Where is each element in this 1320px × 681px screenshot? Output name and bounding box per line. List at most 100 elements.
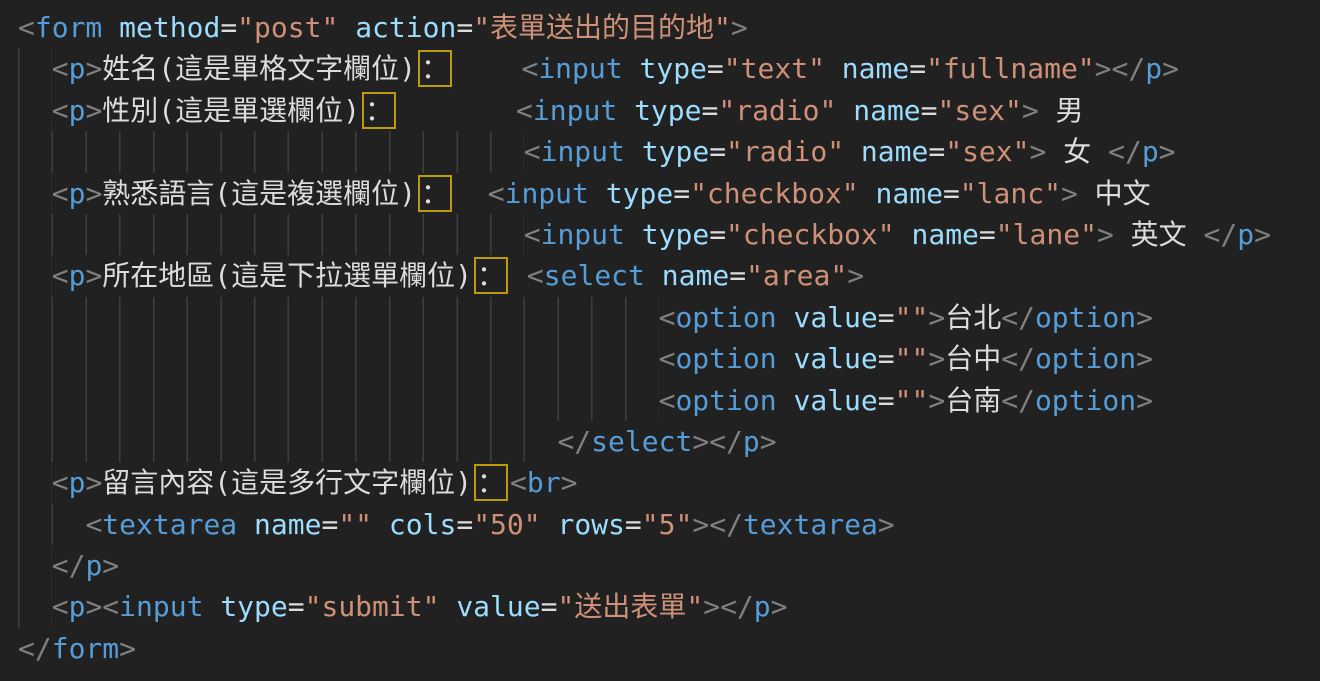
- code-token: <: [524, 218, 541, 251]
- code-line[interactable]: <option value="">台中</option>: [18, 338, 1320, 379]
- unicode-highlight-box: ：: [474, 464, 508, 501]
- code-line[interactable]: <input type="radio" name="sex"> 女 </p>: [18, 131, 1320, 172]
- code-line[interactable]: </p>: [18, 545, 1320, 586]
- code-token: =: [707, 52, 724, 85]
- code-token: =: [878, 384, 895, 417]
- indent-whitespace: [18, 384, 659, 417]
- code-token: value: [793, 384, 877, 417]
- code-token: option: [1035, 342, 1136, 375]
- code-line[interactable]: <input type="checkbox" name="lane"> 英文 <…: [18, 214, 1320, 255]
- code-token: >: [692, 425, 709, 458]
- code-line[interactable]: </form>: [18, 628, 1320, 669]
- code-token: =: [878, 301, 895, 334]
- code-token: value: [456, 590, 540, 623]
- code-token: [203, 590, 220, 623]
- code-token: select: [544, 259, 645, 292]
- code-token: [777, 342, 794, 375]
- code-token: "radio": [718, 94, 836, 127]
- code-token: option: [1035, 301, 1136, 334]
- code-token: p: [69, 94, 86, 127]
- code-token: >: [102, 549, 119, 582]
- code-token: p: [69, 52, 86, 85]
- code-token: method: [119, 11, 220, 44]
- code-token: >: [561, 466, 578, 499]
- code-token: type: [642, 218, 709, 251]
- code-line[interactable]: <option value="">台南</option>: [18, 380, 1320, 421]
- code-token: >: [85, 590, 102, 623]
- code-token: =: [979, 218, 996, 251]
- code-token: "checkbox": [726, 218, 895, 251]
- code-token: "": [895, 384, 929, 417]
- code-token: 男: [1039, 94, 1084, 127]
- code-token: <: [52, 259, 69, 292]
- code-line[interactable]: </select></p>: [18, 421, 1320, 462]
- code-token: >: [1162, 52, 1179, 85]
- code-area[interactable]: <form method="post" action="表單送出的目的地"> <…: [18, 7, 1320, 669]
- code-token: =: [541, 590, 558, 623]
- code-token: <: [516, 94, 533, 127]
- code-token: option: [1035, 384, 1136, 417]
- code-token: [617, 94, 634, 127]
- code-token: textarea: [743, 508, 878, 541]
- code-line[interactable]: <p><input type="submit" value="送出表單"></p…: [18, 586, 1320, 627]
- code-token: [398, 94, 516, 127]
- code-token: "5": [642, 508, 693, 541]
- code-token: type: [634, 94, 701, 127]
- code-token: =: [729, 259, 746, 292]
- code-token: "lane": [996, 218, 1097, 251]
- code-token: [859, 177, 876, 210]
- code-token: >: [119, 632, 136, 665]
- code-token: "表單送出的目的地": [473, 11, 731, 44]
- code-token: =: [909, 52, 926, 85]
- code-token: name: [254, 508, 321, 541]
- code-token: type: [639, 52, 706, 85]
- code-token: [102, 11, 119, 44]
- code-token: >: [878, 508, 895, 541]
- code-token: [836, 94, 853, 127]
- code-token: [589, 177, 606, 210]
- code-line[interactable]: <p>姓名(這是單格文字欄位)： <input type="text" name…: [18, 48, 1320, 89]
- code-line[interactable]: <p>性別(這是單選欄位)： <input type="radio" name=…: [18, 90, 1320, 131]
- indent-whitespace: [18, 425, 557, 458]
- code-token: >: [1254, 218, 1271, 251]
- code-token: "radio": [726, 135, 844, 168]
- code-token: input: [538, 52, 622, 85]
- code-line[interactable]: <option value="">台北</option>: [18, 297, 1320, 338]
- code-token: =: [921, 94, 938, 127]
- code-token: [338, 11, 355, 44]
- code-token: >: [85, 466, 102, 499]
- indent-whitespace: [18, 342, 659, 375]
- code-token: =: [625, 508, 642, 541]
- code-token: 中文: [1078, 177, 1151, 210]
- code-line[interactable]: <textarea name="" cols="50" rows="5"></t…: [18, 504, 1320, 545]
- code-token: p: [69, 259, 86, 292]
- code-token: =: [709, 135, 726, 168]
- code-line[interactable]: <p>熟悉語言(這是複選欄位)： <input type="checkbox" …: [18, 173, 1320, 214]
- code-token: =: [321, 508, 338, 541]
- code-token: >: [1136, 384, 1153, 417]
- code-token: =: [288, 590, 305, 623]
- code-token: >: [703, 590, 720, 623]
- code-token: >: [847, 259, 864, 292]
- code-line[interactable]: <form method="post" action="表單送出的目的地">: [18, 7, 1320, 48]
- code-token: =: [702, 94, 719, 127]
- code-token: <: [52, 94, 69, 127]
- code-token: >: [1159, 135, 1176, 168]
- code-token: "": [895, 342, 929, 375]
- code-token: "sex": [938, 94, 1022, 127]
- code-token: 台中: [945, 342, 1001, 375]
- code-token: [454, 52, 521, 85]
- code-token: input: [119, 590, 203, 623]
- code-token: </: [1112, 52, 1146, 85]
- code-token: p: [743, 425, 760, 458]
- code-line[interactable]: <p>留言內容(這是多行文字欄位)：<br>: [18, 462, 1320, 503]
- code-line[interactable]: <p>所在地區(這是下拉選單欄位)： <select name="area">: [18, 255, 1320, 296]
- code-token: textarea: [102, 508, 237, 541]
- code-token: "50": [473, 508, 540, 541]
- code-token: 所在地區(這是下拉選單欄位): [102, 259, 472, 292]
- code-token: </: [1001, 342, 1035, 375]
- code-token: </: [18, 632, 52, 665]
- code-editor[interactable]: <form method="post" action="表單送出的目的地"> <…: [0, 0, 1320, 681]
- code-token: name: [662, 259, 729, 292]
- code-token: [645, 259, 662, 292]
